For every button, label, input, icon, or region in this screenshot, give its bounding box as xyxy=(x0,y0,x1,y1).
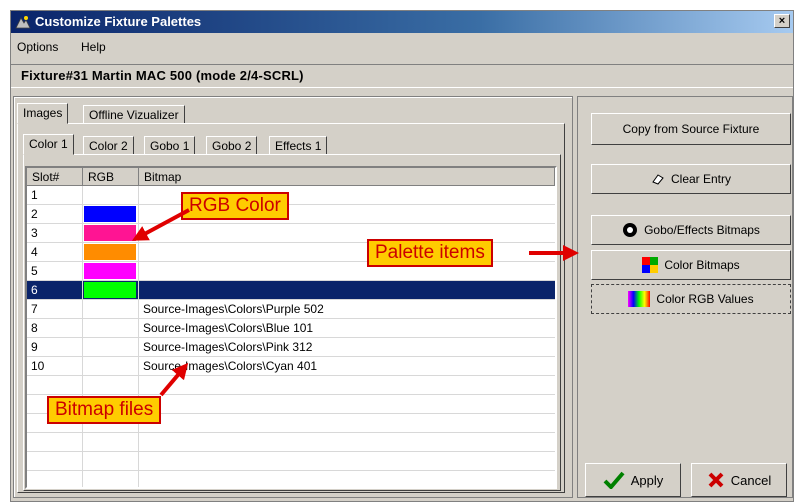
rgb-cell xyxy=(84,224,136,243)
table-row[interactable]: 9 Source-Images\Colors\Pink 312 xyxy=(27,338,555,357)
tab-gobo-1[interactable]: Gobo 1 xyxy=(144,136,196,155)
slot-cell: 10 xyxy=(31,359,45,373)
slot-cell: 3 xyxy=(31,226,38,240)
x-icon xyxy=(708,472,724,488)
checkmark-icon xyxy=(603,471,625,489)
empty-row[interactable] xyxy=(27,452,555,471)
table-row[interactable]: 1 xyxy=(27,186,555,205)
empty-row[interactable] xyxy=(27,376,555,395)
customize-fixture-palettes-window: Customize Fixture Palettes × Options Hel… xyxy=(10,10,794,502)
callout-bitmap-files: Bitmap files xyxy=(47,396,162,424)
rgb-cell xyxy=(84,243,136,262)
rgb-cell xyxy=(84,319,136,338)
table-row[interactable]: 8 Source-Images\Colors\Blue 101 xyxy=(27,319,555,338)
rgb-swatch xyxy=(84,263,136,279)
tab-effects-1[interactable]: Effects 1 xyxy=(269,136,328,155)
rgb-cell xyxy=(84,281,136,300)
apply-label: Apply xyxy=(630,472,664,488)
clear-entry-button[interactable]: Clear Entry xyxy=(591,164,791,194)
slot-cell: 2 xyxy=(31,207,38,221)
rgb-cell xyxy=(84,262,136,281)
empty-row[interactable] xyxy=(27,471,555,487)
tab-images[interactable]: Images xyxy=(17,103,69,124)
table-row[interactable]: 6 xyxy=(27,281,555,300)
callout-rgb-color: RGB Color xyxy=(181,192,289,220)
palette-grid[interactable]: Slot# RGB Bitmap 1 2 3 4 5 6 7 Source-Images\Co… xyxy=(25,166,557,489)
fixture-label: Fixture#31 Martin MAC 500 (mode 2/4-SCRL… xyxy=(21,68,304,83)
bitmap-cell xyxy=(139,281,549,300)
app-icon xyxy=(15,16,31,29)
slot-cell: 5 xyxy=(31,264,38,278)
tab-gobo-2[interactable]: Gobo 2 xyxy=(206,136,258,155)
close-button[interactable]: × xyxy=(774,14,790,28)
rgb-cell xyxy=(84,300,136,319)
cancel-button[interactable]: Cancel xyxy=(691,463,787,497)
slot-cell: 8 xyxy=(31,321,38,335)
gobo-effects-bitmaps-label: Gobo/Effects Bitmaps xyxy=(644,223,760,237)
gobo-icon xyxy=(623,223,638,237)
rgb-swatch xyxy=(84,244,136,260)
bitmap-cell: Source-Images\Colors\Cyan 401 xyxy=(143,359,318,373)
color-rgb-values-button[interactable]: Color RGB Values xyxy=(590,283,792,315)
menu-options[interactable]: Options xyxy=(17,40,58,54)
slot-cell: 1 xyxy=(31,188,38,202)
rgb-cell xyxy=(84,205,136,224)
slot-cell: 6 xyxy=(31,283,38,297)
rgb-cell xyxy=(84,357,136,376)
eraser-icon xyxy=(652,174,664,185)
column-header-bitmap[interactable]: Bitmap xyxy=(139,168,555,186)
gobo-effects-bitmaps-button[interactable]: Gobo/Effects Bitmaps xyxy=(591,215,791,245)
color-bitmaps-button[interactable]: Color Bitmaps xyxy=(591,250,791,280)
rgb-swatch xyxy=(84,282,136,298)
color-rgb-values-label: Color RGB Values xyxy=(656,292,754,306)
column-divider xyxy=(82,186,83,487)
rgb-swatch xyxy=(84,206,136,222)
table-row[interactable]: 10 Source-Images\Colors\Cyan 401 xyxy=(27,357,555,376)
slot-cell: 7 xyxy=(31,302,38,316)
rgb-cell xyxy=(84,186,136,205)
table-row[interactable]: 7 Source-Images\Colors\Purple 502 xyxy=(27,300,555,319)
rgb-spectrum-icon xyxy=(628,291,651,307)
clear-entry-label: Clear Entry xyxy=(670,172,732,186)
tab-color-2[interactable]: Color 2 xyxy=(83,136,134,155)
cancel-label: Cancel xyxy=(730,472,772,488)
bitmap-cell: Source-Images\Colors\Pink 312 xyxy=(143,340,313,354)
color-bitmaps-label: Color Bitmaps xyxy=(664,258,740,272)
copy-from-source-fixture-label: Copy from Source Fixture xyxy=(622,122,760,136)
callout-palette-items: Palette items xyxy=(367,239,493,267)
title-bar: Customize Fixture Palettes × xyxy=(11,11,793,33)
menu-bar: Options Help xyxy=(11,37,793,57)
bitmap-cell: Source-Images\Colors\Purple 502 xyxy=(143,302,324,316)
rgb-swatch xyxy=(84,225,136,241)
tab-color-1[interactable]: Color 1 xyxy=(23,134,74,155)
copy-from-source-fixture-button[interactable]: Copy from Source Fixture xyxy=(591,113,791,145)
slot-cell: 9 xyxy=(31,340,38,354)
apply-button[interactable]: Apply xyxy=(585,463,681,497)
fixture-header: Fixture#31 Martin MAC 500 (mode 2/4-SCRL… xyxy=(11,64,793,88)
table-row[interactable]: 2 xyxy=(27,205,555,224)
color-bitmaps-icon xyxy=(642,257,659,273)
bitmap-cell: Source-Images\Colors\Blue 101 xyxy=(143,321,314,335)
empty-row[interactable] xyxy=(27,433,555,452)
column-header-slot[interactable]: Slot# xyxy=(27,168,83,186)
tab-offline-vizualizer[interactable]: Offline Vizualizer xyxy=(83,105,185,124)
slot-cell: 4 xyxy=(31,245,38,259)
menu-help[interactable]: Help xyxy=(81,40,106,54)
rgb-cell xyxy=(84,338,136,357)
window-title: Customize Fixture Palettes xyxy=(35,14,202,29)
column-header-rgb[interactable]: RGB xyxy=(83,168,139,186)
column-divider xyxy=(138,186,139,487)
